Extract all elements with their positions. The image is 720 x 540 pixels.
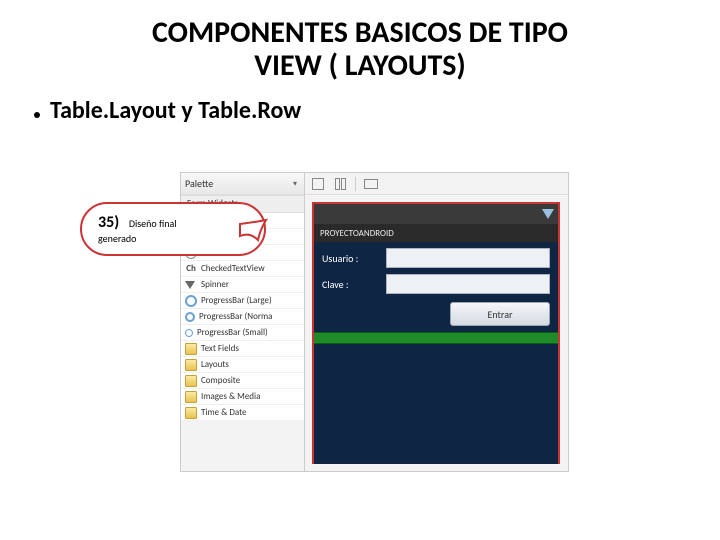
button-row: Entrar (314, 300, 558, 326)
preview-toolbar (305, 173, 568, 195)
slide-title: COMPONENTES BASICOS DE TIPO VIEW ( LAYOU… (0, 0, 720, 82)
progress-normal-icon (185, 312, 195, 322)
callout: 35) Diseño final generado (80, 202, 266, 266)
folder-icon (185, 359, 197, 371)
spinner-icon (185, 279, 197, 291)
folder-icon (185, 375, 197, 387)
title-line-2: VIEW ( LAYOUTS) (254, 47, 465, 84)
palette-item-progressbar-large[interactable]: ProgressBar (Large) (181, 293, 304, 309)
row-clave: Clave : (322, 274, 550, 294)
palette-item-label: Composite (201, 375, 240, 386)
bullet-row: Table.Layout y Table.Row (0, 82, 720, 125)
palette-item-label: Time & Date (201, 407, 247, 418)
usuario-field[interactable] (386, 248, 550, 268)
portrait-icon[interactable] (311, 177, 325, 191)
callout-text-2: generado (98, 232, 248, 245)
entrar-button[interactable]: Entrar (450, 302, 550, 326)
form-area: Usuario : Clave : (314, 242, 558, 294)
palette-item-label: Images & Media (201, 391, 260, 402)
palette-item-label: ProgressBar (Large) (201, 295, 272, 306)
landscape-icon[interactable] (364, 177, 378, 191)
phone-appbar: PROYECTOANDROID (314, 224, 558, 242)
phone-statusbar (314, 204, 558, 224)
selection-highlight (314, 332, 558, 344)
palette-item-composite[interactable]: Composite (181, 373, 304, 389)
separator-icon (355, 177, 356, 191)
callout-tail-icon (240, 220, 268, 242)
phone-preview: PROYECTOANDROID Usuario : Clave : Entrar (312, 202, 560, 464)
folder-icon (185, 391, 197, 403)
title-line-1: COMPONENTES BASICOS DE TIPO (152, 14, 568, 51)
progress-small-icon (185, 329, 193, 337)
palette-header: Palette ▾ (181, 173, 304, 195)
usuario-label: Usuario : (322, 252, 380, 265)
row-usuario: Usuario : (322, 248, 550, 268)
palette-item-label: Spinner (201, 279, 229, 290)
palette-item-label: Text Fields (201, 343, 239, 354)
palette-item-label: ProgressBar (Small) (197, 327, 268, 338)
folder-icon (185, 343, 197, 355)
palette-item-time-date[interactable]: Time & Date (181, 405, 304, 421)
callout-bubble: 35) Diseño final generado (80, 202, 266, 256)
bullet-dot-icon (34, 112, 40, 118)
palette-item-progressbar-small[interactable]: ProgressBar (Small) (181, 325, 304, 341)
bullet-text: Table.Layout y Table.Row (50, 96, 301, 125)
clave-field[interactable] (386, 274, 550, 294)
split-icon[interactable] (333, 177, 347, 191)
folder-icon (185, 407, 197, 419)
palette-title: Palette (185, 177, 213, 190)
progress-large-icon (185, 295, 197, 307)
palette-item-label: ProgressBar (Norma (199, 311, 272, 322)
palette-item-textfields[interactable]: Text Fields (181, 341, 304, 357)
app-title: PROYECTOANDROID (320, 228, 394, 239)
clave-label: Clave : (322, 278, 380, 291)
palette-item-label: Layouts (201, 359, 229, 370)
palette-item-progressbar-normal[interactable]: ProgressBar (Norma (181, 309, 304, 325)
entrar-button-label: Entrar (488, 308, 513, 321)
palette-item-images-media[interactable]: Images & Media (181, 389, 304, 405)
signal-icon (542, 209, 554, 219)
chevron-down-icon[interactable]: ▾ (290, 179, 300, 189)
palette-item-layouts[interactable]: Layouts (181, 357, 304, 373)
palette-item-spinner[interactable]: Spinner (181, 277, 304, 293)
callout-text-1: Diseño final (129, 217, 177, 230)
callout-number: 35) (98, 213, 119, 232)
